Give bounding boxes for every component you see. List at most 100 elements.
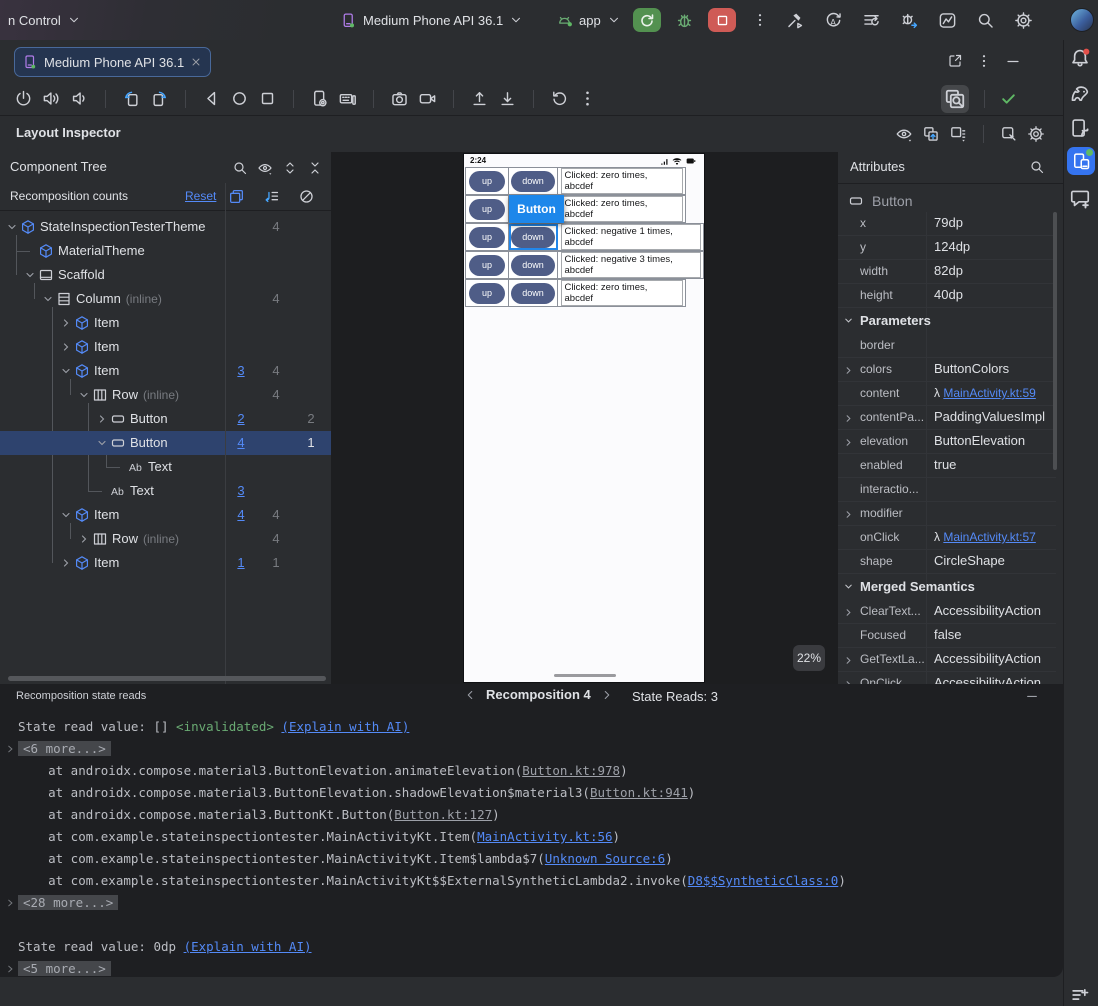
down-button[interactable]: down bbox=[511, 254, 555, 276]
kebab-icon[interactable] bbox=[578, 89, 597, 108]
minimize-icon[interactable] bbox=[1025, 689, 1039, 703]
scroll-end-icon[interactable] bbox=[1069, 984, 1091, 1006]
camera-icon[interactable] bbox=[390, 89, 409, 108]
recomposition-count-link[interactable]: 3 bbox=[228, 483, 254, 498]
up-button[interactable]: up bbox=[469, 282, 505, 304]
tree-row-button[interactable]: Button 2 2 bbox=[0, 407, 331, 431]
attr-row-focused[interactable]: Focused false bbox=[838, 624, 1056, 648]
chat-plus-icon[interactable] bbox=[1069, 187, 1091, 209]
video-icon[interactable] bbox=[418, 89, 437, 108]
bell-icon[interactable] bbox=[1069, 47, 1091, 69]
more-frames-chip[interactable]: <5 more...> bbox=[18, 961, 111, 976]
tree-row-item[interactable]: Item bbox=[0, 311, 331, 335]
power-icon[interactable] bbox=[14, 89, 33, 108]
tree-row-item[interactable]: Item 4 4 bbox=[0, 503, 331, 527]
chevron-down-icon[interactable] bbox=[78, 389, 90, 401]
expand-all-icon[interactable] bbox=[282, 160, 298, 176]
more-frames-chip[interactable]: <28 more...> bbox=[18, 895, 119, 910]
up-button[interactable]: up bbox=[469, 170, 505, 192]
up-button[interactable]: up bbox=[469, 226, 505, 248]
build-hammer-icon[interactable] bbox=[786, 11, 805, 30]
chevron-down-icon[interactable] bbox=[60, 365, 72, 377]
tree-export-icon[interactable] bbox=[949, 125, 967, 143]
attr-row-interactio[interactable]: interactio... bbox=[838, 478, 1056, 502]
restore-icon[interactable] bbox=[550, 89, 569, 108]
recomposition-count-link[interactable]: 1 bbox=[228, 555, 254, 570]
chevron-right-icon[interactable] bbox=[78, 533, 90, 545]
eye-icon[interactable] bbox=[895, 125, 913, 143]
tree-row-button[interactable]: Button 4 1 bbox=[0, 431, 331, 455]
down-button[interactable]: down bbox=[511, 282, 555, 304]
source-link[interactable]: Button.kt:941 bbox=[590, 785, 688, 800]
tree-row-item[interactable]: Item bbox=[0, 335, 331, 359]
download-icon[interactable] bbox=[498, 89, 517, 108]
keyboard-icon[interactable] bbox=[338, 89, 357, 108]
source-link[interactable]: Unknown Source:6 bbox=[545, 851, 665, 866]
chevron-right-icon[interactable] bbox=[60, 341, 72, 353]
tree-row-row[interactable]: Row (inline) 4 bbox=[0, 383, 331, 407]
chevron-down-icon[interactable] bbox=[843, 315, 854, 326]
tree-row-scaffold[interactable]: Scaffold bbox=[0, 263, 331, 287]
attr-row-onclick[interactable]: onClick λ MainActivity.kt:57 bbox=[838, 526, 1056, 550]
recomposition-count-link[interactable]: 4 bbox=[228, 435, 254, 450]
recomposition-count-link[interactable]: 2 bbox=[228, 411, 254, 426]
search-icon[interactable] bbox=[976, 11, 995, 30]
gear-icon[interactable] bbox=[1014, 11, 1033, 30]
attr-row-x[interactable]: x 79dp bbox=[838, 212, 1056, 236]
attr-row-gettextla[interactable]: GetTextLa... AccessibilityAction bbox=[838, 648, 1056, 672]
user-avatar[interactable] bbox=[1070, 8, 1094, 32]
chevron-down-icon[interactable] bbox=[42, 293, 54, 305]
kebab-icon[interactable] bbox=[976, 53, 992, 69]
minimize-icon[interactable] bbox=[1005, 53, 1021, 69]
attr-row-border[interactable]: border bbox=[838, 334, 1056, 358]
section-parameters[interactable]: Parameters bbox=[838, 308, 1056, 334]
attr-row-content[interactable]: content λ MainActivity.kt:59 bbox=[838, 382, 1056, 406]
attr-row-shape[interactable]: shape CircleShape bbox=[838, 550, 1056, 574]
next-recomposition-icon[interactable] bbox=[600, 688, 614, 702]
chevron-right-icon[interactable] bbox=[5, 744, 15, 754]
source-link[interactable]: D8$$SyntheticClass:0 bbox=[688, 873, 839, 888]
up-button[interactable]: up bbox=[469, 254, 505, 276]
chevron-right-icon[interactable] bbox=[5, 898, 15, 908]
rotate-right-icon[interactable] bbox=[150, 89, 169, 108]
profiler-icon[interactable] bbox=[938, 11, 957, 30]
snapshot-settings-icon[interactable] bbox=[310, 89, 329, 108]
tree-row-stateinspectiontestertheme[interactable]: StateInspectionTesterTheme 4 bbox=[0, 215, 331, 239]
tree-row-row[interactable]: Row (inline) 4 bbox=[0, 527, 331, 551]
running-devices-icon[interactable] bbox=[1067, 147, 1095, 175]
source-link[interactable]: (Explain with AI) bbox=[281, 719, 409, 734]
attr-row-colors[interactable]: colors ButtonColors bbox=[838, 358, 1056, 382]
overview-icon[interactable] bbox=[258, 89, 277, 108]
chevron-down-icon[interactable] bbox=[24, 269, 36, 281]
up-button[interactable]: up bbox=[469, 198, 505, 220]
slash-circle-icon[interactable] bbox=[298, 188, 315, 205]
layout-inspector-toggle-icon[interactable] bbox=[941, 84, 969, 113]
chevron-down-icon[interactable] bbox=[96, 437, 108, 449]
close-icon[interactable] bbox=[190, 56, 202, 68]
rotate-left-icon[interactable] bbox=[122, 89, 141, 108]
chevron-right-icon[interactable] bbox=[60, 557, 72, 569]
section-merged-semantics[interactable]: Merged Semantics bbox=[838, 574, 1056, 600]
recomposition-count-link[interactable]: 4 bbox=[228, 507, 254, 522]
chevron-down-icon[interactable] bbox=[6, 221, 18, 233]
more-frames-chip[interactable]: <6 more...> bbox=[18, 741, 111, 756]
tree-row-column[interactable]: Column (inline) 4 bbox=[0, 287, 331, 311]
device-selector[interactable]: Medium Phone API 36.1 bbox=[340, 0, 523, 40]
chevron-right-icon[interactable] bbox=[843, 365, 854, 376]
attr-row-cleartext[interactable]: ClearText... AccessibilityAction bbox=[838, 600, 1056, 624]
rerun-button[interactable] bbox=[633, 8, 661, 32]
source-link[interactable]: Button.kt:978 bbox=[522, 763, 620, 778]
back-icon[interactable] bbox=[202, 89, 221, 108]
attr-row-elevation[interactable]: elevation ButtonElevation bbox=[838, 430, 1056, 454]
recomposition-count-link[interactable]: 3 bbox=[228, 363, 254, 378]
source-link[interactable]: MainActivity.kt:57 bbox=[943, 530, 1035, 544]
attributes-scrollbar[interactable] bbox=[1053, 212, 1057, 470]
attr-row-enabled[interactable]: enabled true bbox=[838, 454, 1056, 478]
volume-up-icon[interactable] bbox=[42, 89, 61, 108]
home-icon[interactable] bbox=[230, 89, 249, 108]
apply-changes-icon[interactable]: A bbox=[824, 11, 843, 30]
device-manager-icon[interactable] bbox=[1069, 117, 1091, 139]
chevron-right-icon[interactable] bbox=[843, 607, 854, 618]
search-icon[interactable] bbox=[1029, 159, 1045, 175]
tree-row-materialtheme[interactable]: MaterialTheme bbox=[0, 239, 331, 263]
